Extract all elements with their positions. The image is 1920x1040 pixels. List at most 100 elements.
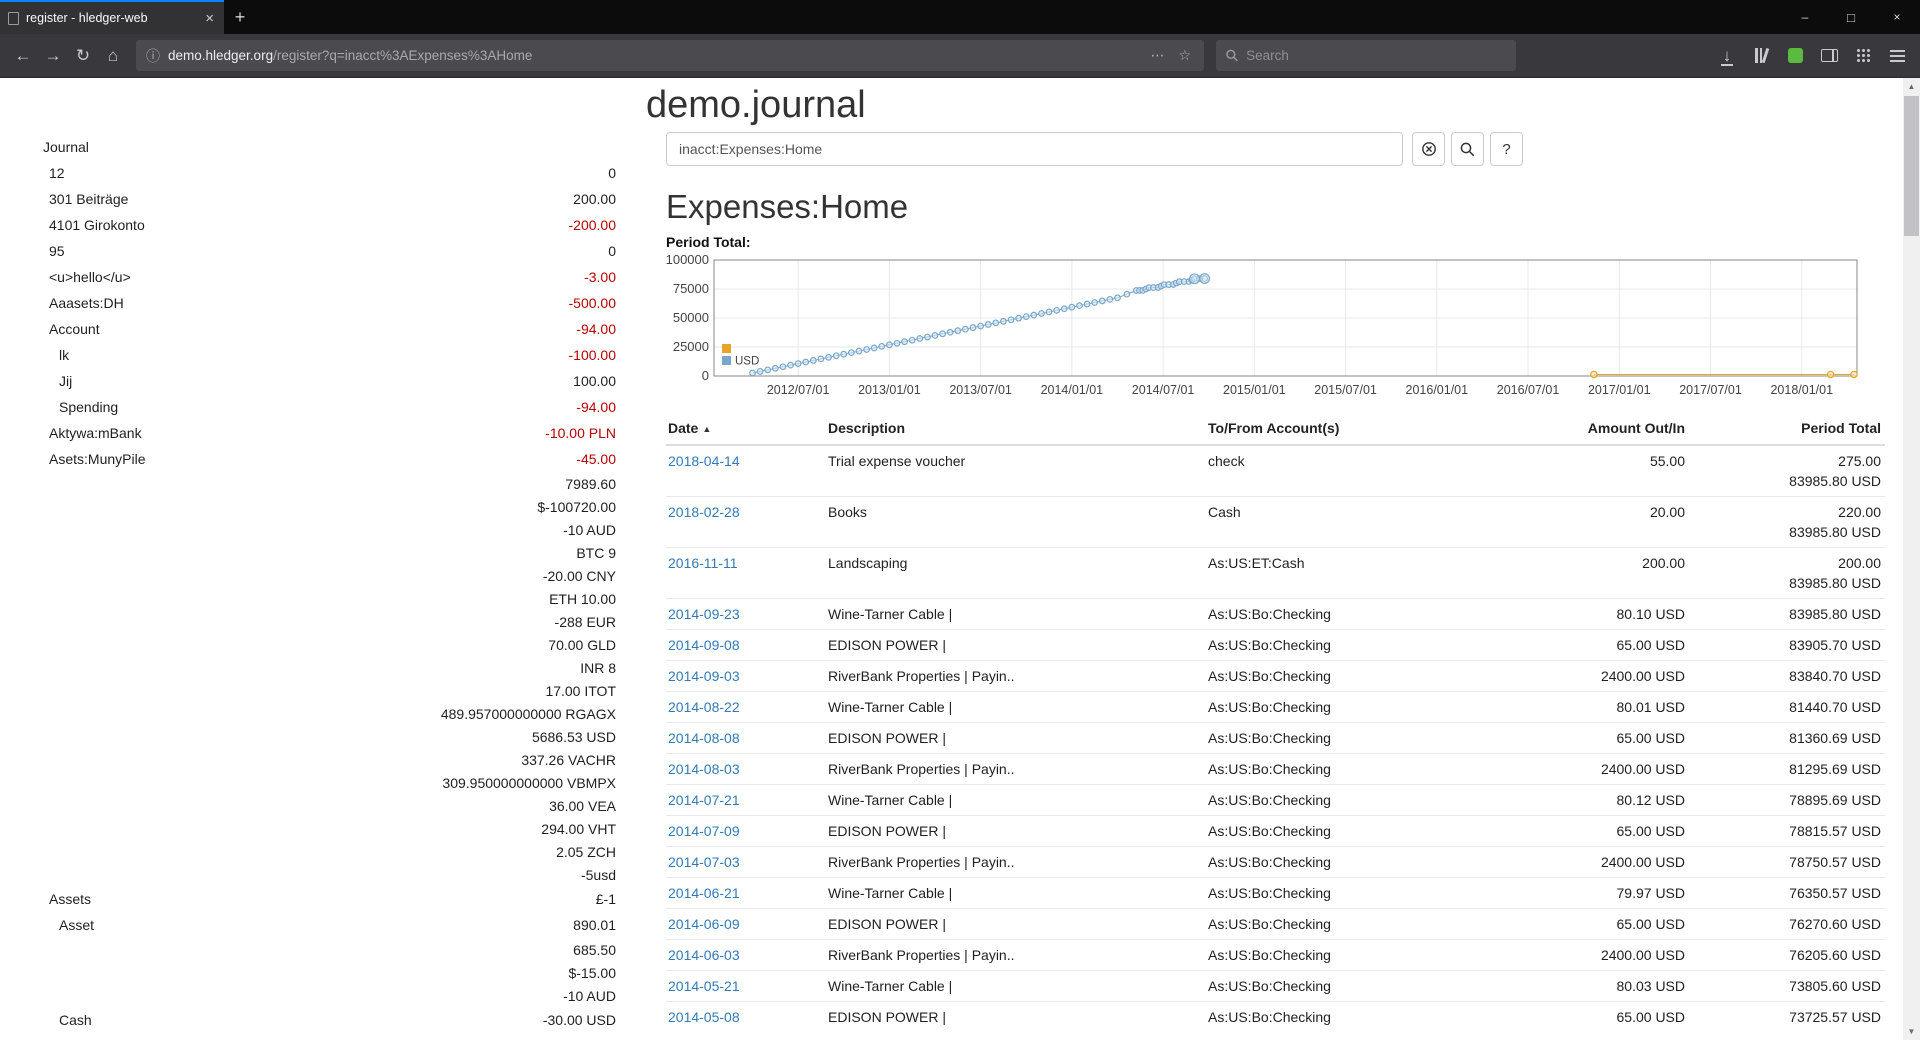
table-row[interactable]: 2014-09-23Wine-Tarner Cable |As:US:Bo:Ch… [666,599,1885,630]
table-row[interactable]: 2014-05-08EDISON POWER |As:US:Bo:Checkin… [666,1002,1885,1033]
transaction-date-link[interactable]: 2018-04-14 [668,453,740,469]
transaction-date-link[interactable]: 2014-09-08 [668,637,740,653]
sidebar-account-row[interactable]: Account-94.00 [43,316,616,342]
browser-search-bar[interactable] [1216,40,1516,71]
clear-search-button[interactable] [1412,132,1445,166]
sidebar-amount-row: -10 AUD [43,984,616,1007]
window-maximize-button[interactable]: □ [1828,0,1874,34]
sidebar-account-row[interactable]: 4101 Girokonto-200.00 [43,212,616,238]
transaction-account: As:US:Bo:Checking [1206,1002,1506,1033]
table-row[interactable]: 2014-05-21Wine-Tarner Cable |As:US:Bo:Ch… [666,971,1885,1002]
account-name[interactable]: 95 [43,243,65,259]
screenshot-grid-icon[interactable] [1848,41,1878,71]
transaction-date-link[interactable]: 2014-08-08 [668,730,740,746]
account-name[interactable]: Cash [43,1012,92,1028]
transaction-date-link[interactable]: 2014-09-03 [668,668,740,684]
account-name[interactable]: 4101 Girokonto [43,217,145,233]
transaction-date-link[interactable]: 2014-08-22 [668,699,740,715]
forward-icon[interactable]: → [38,41,68,71]
reload-icon[interactable]: ↻ [68,41,98,71]
sidebar-toggle-icon[interactable] [1814,41,1844,71]
sidebar-account-row[interactable]: Asets:MunyPile-45.00 [43,446,616,472]
sidebar-account-row[interactable]: 120 [43,160,616,186]
account-name[interactable]: Assets [43,891,91,907]
download-icon[interactable]: ↓ [1712,41,1742,71]
account-name[interactable]: Jij [43,373,72,389]
transaction-date-link[interactable]: 2014-07-21 [668,792,740,808]
table-row[interactable]: 2016-11-11LandscapingAs:US:ET:Cash200.00… [666,548,1885,599]
table-row[interactable]: 2014-08-22Wine-Tarner Cable |As:US:Bo:Ch… [666,692,1885,723]
scrollbar-thumb[interactable] [1904,96,1919,236]
menu-icon[interactable] [1882,41,1912,71]
bookmark-star-icon[interactable]: ☆ [1175,47,1194,64]
page-actions-icon[interactable]: ⋯ [1147,47,1167,64]
account-name[interactable]: Account [43,321,100,337]
window-minimize-button[interactable]: – [1782,0,1828,34]
table-row[interactable]: 2014-07-21Wine-Tarner Cable |As:US:Bo:Ch… [666,785,1885,816]
library-icon[interactable] [1746,41,1776,71]
sidebar-account-row[interactable]: <u>hello</u>-3.00 [43,264,616,290]
site-info-icon[interactable]: ⓘ [146,46,160,66]
account-name[interactable]: Asset [43,917,94,933]
account-name[interactable]: <u>hello</u> [43,269,131,285]
table-row[interactable]: 2014-09-08EDISON POWER |As:US:Bo:Checkin… [666,630,1885,661]
column-header-date[interactable]: Date▲ [666,414,826,445]
table-row[interactable]: 2014-06-03RiverBank Properties | Payin..… [666,940,1885,971]
transaction-date-link[interactable]: 2014-07-03 [668,854,740,870]
sidebar-account-row[interactable]: Asset890.01 [43,912,616,938]
sidebar-account-row[interactable]: Assets£-1 [43,886,616,912]
table-row[interactable]: 2014-08-08EDISON POWER |As:US:Bo:Checkin… [666,723,1885,754]
account-name[interactable]: Aktywa:mBank [43,425,142,441]
transaction-date-link[interactable]: 2018-02-28 [668,504,740,520]
table-row[interactable]: 2014-09-03RiverBank Properties | Payin..… [666,661,1885,692]
table-row[interactable]: 2014-06-09EDISON POWER |As:US:Bo:Checkin… [666,909,1885,940]
search-help-button[interactable]: ? [1490,132,1523,166]
home-icon[interactable]: ⌂ [98,41,128,71]
sidebar-account-row[interactable]: 301 Beiträge200.00 [43,186,616,212]
account-name[interactable]: Aaasets:DH [43,295,124,311]
scroll-down-icon[interactable]: ▼ [1903,1023,1920,1040]
search-button[interactable] [1451,132,1484,166]
table-row[interactable]: 2018-04-14Trial expense vouchercheck55.0… [666,445,1885,497]
table-row[interactable]: 2014-07-09EDISON POWER |As:US:Bo:Checkin… [666,816,1885,847]
table-row[interactable]: 2014-08-03RiverBank Properties | Payin..… [666,754,1885,785]
extension-icon[interactable] [1780,41,1810,71]
url-bar[interactable]: ⓘ demo.hledger.org/register?q=inacct%3AE… [136,40,1204,71]
transaction-date-link[interactable]: 2014-08-03 [668,761,740,777]
sidebar-account-row[interactable]: Aaasets:DH-500.00 [43,290,616,316]
transaction-date-link[interactable]: 2014-05-08 [668,1009,740,1025]
tab-close-icon[interactable]: × [203,10,216,27]
account-name[interactable]: 301 Beiträge [43,191,128,207]
table-row[interactable]: 2014-07-03RiverBank Properties | Payin..… [666,847,1885,878]
account-name[interactable]: 12 [43,165,65,181]
sidebar-journal-link[interactable]: Journal [43,134,616,160]
table-row[interactable]: 2018-02-28BooksCash20.00220.0083985.80 U… [666,497,1885,548]
sidebar-account-row[interactable]: 950 [43,238,616,264]
back-icon[interactable]: ← [8,41,38,71]
series-marker [1107,297,1113,303]
transaction-date-link[interactable]: 2014-06-21 [668,885,740,901]
transaction-date-link[interactable]: 2014-05-21 [668,978,740,994]
transaction-date-link[interactable]: 2016-11-11 [668,555,738,571]
scroll-up-icon[interactable]: ▲ [1903,78,1920,95]
window-close-button[interactable]: × [1874,0,1920,34]
search-query-input[interactable] [666,132,1403,166]
transaction-date-link[interactable]: 2014-09-23 [668,606,740,622]
sidebar-account-row[interactable]: Jij100.00 [43,368,616,394]
sidebar-account-row[interactable]: lk-100.00 [43,342,616,368]
transaction-date-link[interactable]: 2014-06-03 [668,947,740,963]
vertical-scrollbar[interactable]: ▲ ▼ [1903,78,1920,1040]
sidebar-account-row[interactable]: Spending-94.00 [43,394,616,420]
account-name[interactable]: Spending [43,399,118,415]
tab-register[interactable]: register - hledger-web × [0,0,224,34]
transaction-date-link[interactable]: 2014-07-09 [668,823,740,839]
sidebar-account-row[interactable]: Cash-30.00 USD [43,1007,616,1033]
sidebar-account-row[interactable]: Aktywa:mBank-10.00 PLN [43,420,616,446]
new-tab-button[interactable]: + [224,0,256,34]
account-name[interactable]: lk [43,347,69,363]
browser-search-input[interactable] [1246,48,1506,63]
account-name[interactable]: Asets:MunyPile [43,451,145,467]
transaction-amount: 2400.00 USD [1506,754,1693,785]
transaction-date-link[interactable]: 2014-06-09 [668,916,740,932]
table-row[interactable]: 2014-06-21Wine-Tarner Cable |As:US:Bo:Ch… [666,878,1885,909]
